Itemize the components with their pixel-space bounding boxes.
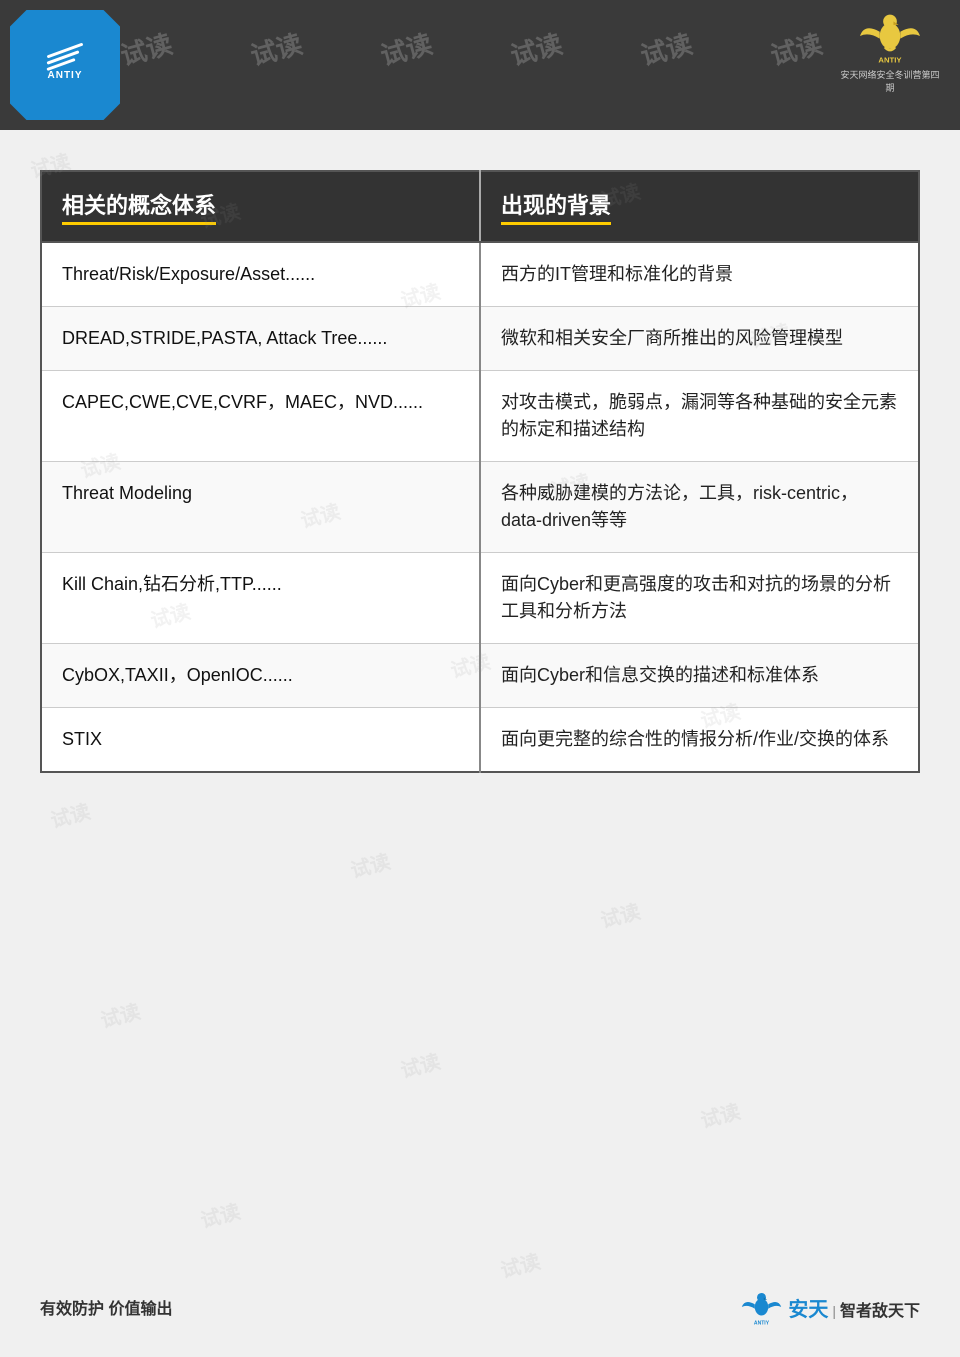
footer-logo-icon: ANTIY <box>739 1287 784 1327</box>
table-cell-col2: 对攻击模式，脆弱点，漏洞等各种基础的安全元素的标定和描述结构 <box>480 371 919 462</box>
footer-logo: ANTIY 安天 | 智者敌天下 <box>739 1287 920 1327</box>
table-cell-col1: Threat/Risk/Exposure/Asset...... <box>41 242 480 307</box>
footer-logo-brand: 安天 <box>788 1293 828 1322</box>
watermark: 试读 <box>97 995 143 1033</box>
table-row: DREAD,STRIDE,PASTA, Attack Tree......微软和… <box>41 307 919 371</box>
table-cell-col1: STIX <box>41 708 480 773</box>
logo-text: ANTIY <box>48 70 83 81</box>
footer-slogan: 有效防护 价值输出 <box>40 1295 172 1319</box>
col2-header-text: 出现的背景 <box>501 188 611 225</box>
watermark: 试读 <box>697 1095 743 1133</box>
logo: ANTIY <box>10 10 120 120</box>
badge-icon: ANTIY <box>855 6 925 66</box>
table-cell-col2: 面向Cyber和信息交换的描述和标准体系 <box>480 644 919 708</box>
table-row: Kill Chain,钻石分析,TTP......面向Cyber和更高强度的攻击… <box>41 553 919 644</box>
header-watermark: 试读 <box>376 24 436 73</box>
col1-header-text: 相关的概念体系 <box>62 188 216 225</box>
table-cell-col2: 各种威胁建模的方法论，工具，risk-centric，data-driven等等 <box>480 462 919 553</box>
footer-logo-texts: 安天 | 智者敌天下 <box>788 1293 920 1322</box>
table-row: CAPEC,CWE,CVE,CVRF，MAEC，NVD......对攻击模式，脆… <box>41 371 919 462</box>
table-cell-col2: 面向更完整的综合性的情报分析/作业/交换的体系 <box>480 708 919 773</box>
header-watermark: 试读 <box>246 24 306 73</box>
table-row: STIX面向更完整的综合性的情报分析/作业/交换的体系 <box>41 708 919 773</box>
header-watermark: 试读 <box>636 24 696 73</box>
badge-subtitle: 安天网络安全冬训营第四期 <box>840 68 940 94</box>
footer-logo-sub: 智者敌天下 <box>840 1297 920 1321</box>
table-cell-col2: 面向Cyber和更高强度的攻击和对抗的场景的分析工具和分析方法 <box>480 553 919 644</box>
table-row: Threat Modeling各种威胁建模的方法论，工具，risk-centri… <box>41 462 919 553</box>
watermark: 试读 <box>347 845 393 883</box>
table-header-row: 相关的概念体系 出现的背景 <box>41 171 919 242</box>
table-cell-col1: CybOX,TAXII，OpenIOC...... <box>41 644 480 708</box>
col1-header: 相关的概念体系 <box>41 171 480 242</box>
footer: 有效防护 价值输出 ANTIY 安天 | 智者敌天下 <box>40 1287 920 1327</box>
logo-graphic <box>46 49 84 66</box>
header: 试读 试读 试读 试读 试读 试读 ANTIY <box>0 0 960 130</box>
main-content: 相关的概念体系 出现的背景 Threat/Risk/Exposure/Asset… <box>0 130 960 803</box>
table-row: Threat/Risk/Exposure/Asset......西方的IT管理和… <box>41 242 919 307</box>
watermark: 试读 <box>197 1195 243 1233</box>
data-table: 相关的概念体系 出现的背景 Threat/Risk/Exposure/Asset… <box>40 170 920 773</box>
table-cell-col2: 西方的IT管理和标准化的背景 <box>480 242 919 307</box>
header-watermark: 试读 <box>116 24 176 73</box>
watermark: 试读 <box>497 1245 543 1283</box>
table-cell-col1: DREAD,STRIDE,PASTA, Attack Tree...... <box>41 307 480 371</box>
header-watermark: 试读 <box>766 24 826 73</box>
col2-header: 出现的背景 <box>480 171 919 242</box>
watermark: 试读 <box>397 1045 443 1083</box>
table-cell-col1: Kill Chain,钻石分析,TTP...... <box>41 553 480 644</box>
svg-text:ANTIY: ANTIY <box>754 1320 770 1326</box>
header-watermark: 试读 <box>506 24 566 73</box>
watermark: 试读 <box>597 895 643 933</box>
table-cell-col2: 微软和相关安全厂商所推出的风险管理模型 <box>480 307 919 371</box>
table-cell-col1: Threat Modeling <box>41 462 480 553</box>
svg-text:ANTIY: ANTIY <box>878 56 902 65</box>
table-cell-col1: CAPEC,CWE,CVE,CVRF，MAEC，NVD...... <box>41 371 480 462</box>
table-body: Threat/Risk/Exposure/Asset......西方的IT管理和… <box>41 242 919 772</box>
header-badge: ANTIY 安天网络安全冬训营第四期 <box>840 10 940 90</box>
table-row: CybOX,TAXII，OpenIOC......面向Cyber和信息交换的描述… <box>41 644 919 708</box>
footer-separator: | <box>832 1303 836 1319</box>
